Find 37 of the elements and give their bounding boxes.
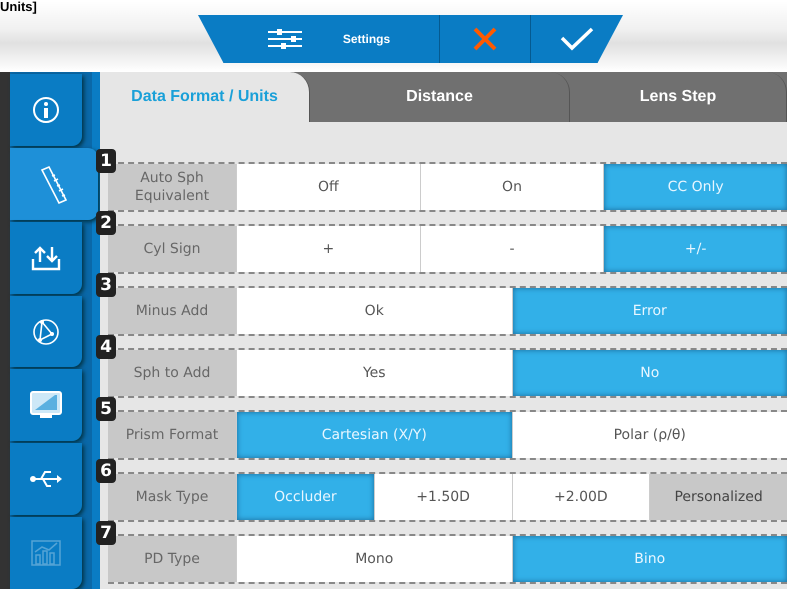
number-badge: 5	[96, 397, 116, 421]
sliders-icon	[266, 28, 303, 50]
chart-icon	[31, 540, 61, 566]
number-badge: 1	[96, 149, 116, 173]
option-button[interactable]: On	[420, 164, 604, 210]
sidebar-tab[interactable]	[10, 296, 82, 368]
option-button[interactable]: Ok	[236, 288, 512, 334]
option-button[interactable]: +1.50D	[374, 474, 512, 520]
sidebar-tab[interactable]	[10, 369, 82, 442]
number-badge: 4	[96, 335, 116, 359]
number-badge: 6	[96, 459, 116, 483]
page-caption: Units]	[0, 0, 37, 14]
option-button[interactable]: Yes	[236, 350, 512, 396]
dial-icon	[32, 318, 60, 346]
option-button[interactable]: +	[236, 226, 420, 272]
close-icon	[472, 26, 498, 52]
number-badge: 7	[96, 521, 116, 545]
option-button[interactable]: -	[420, 226, 604, 272]
info-icon	[32, 96, 60, 124]
sidebar-tab[interactable]	[10, 222, 82, 294]
number-badge: 2	[96, 211, 116, 235]
monitor-icon	[29, 390, 63, 420]
settings-button[interactable]: Settings	[198, 15, 440, 63]
option-button[interactable]: Polar (ρ/θ)	[512, 412, 787, 458]
sidebar-tab[interactable]	[10, 148, 98, 220]
option-button[interactable]: +2.00D	[512, 474, 650, 520]
number-badge: 3	[96, 273, 116, 297]
sidebar-tab[interactable]	[10, 443, 82, 516]
sidebar-tab[interactable]	[10, 74, 82, 146]
option-button[interactable]: Off	[236, 164, 420, 210]
setting-label: Sph to Add	[108, 350, 236, 396]
setting-label: PD Type	[108, 536, 236, 582]
upload-download-icon	[31, 244, 61, 271]
option-button[interactable]: Mono	[236, 536, 512, 582]
ruler-icon	[39, 164, 69, 204]
usb-icon	[29, 469, 63, 490]
checkmark-icon	[560, 26, 594, 52]
